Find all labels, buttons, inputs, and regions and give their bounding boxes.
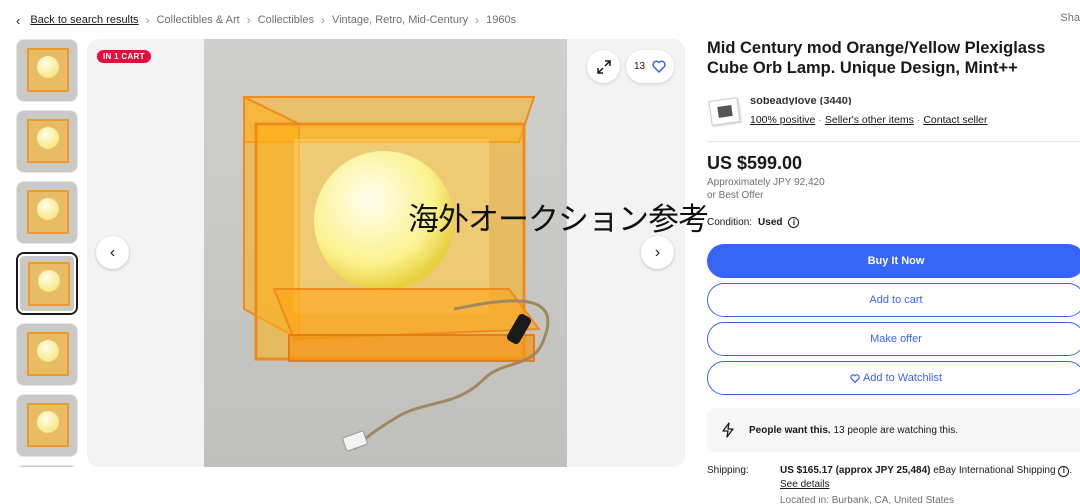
thumbnail[interactable] bbox=[16, 394, 78, 457]
breadcrumb-item-collectibles[interactable]: Collectibles bbox=[258, 14, 314, 26]
lightning-icon bbox=[722, 422, 734, 438]
back-to-search-link[interactable]: Back to search results bbox=[30, 14, 138, 26]
chevron-left-icon[interactable]: ‹ bbox=[16, 13, 20, 28]
shipping-method: eBay International Shipping bbox=[933, 465, 1056, 476]
seller-avatar[interactable] bbox=[708, 97, 741, 126]
in-cart-badge: IN 1 CART bbox=[97, 50, 151, 63]
chevron-left-icon: ‹ bbox=[109, 243, 116, 261]
thumbnail-selected[interactable] bbox=[16, 252, 78, 315]
shipping-value: US $165.17 (approx JPY 25,484) eBay Inte… bbox=[780, 465, 1073, 477]
breadcrumb-separator-icon: › bbox=[246, 13, 251, 27]
breadcrumb-separator-icon: › bbox=[475, 13, 480, 27]
heart-icon bbox=[850, 373, 860, 383]
condition-label: Condition: bbox=[707, 217, 753, 228]
heart-icon bbox=[652, 60, 666, 73]
add-to-cart-button[interactable]: Add to cart bbox=[707, 283, 1080, 317]
seller-name[interactable]: sobeadylove (3440) bbox=[750, 97, 852, 105]
divider bbox=[707, 141, 1080, 142]
main-image-viewer[interactable]: IN 1 CART 13 ‹ › bbox=[87, 39, 685, 467]
watch-count: 13 bbox=[633, 61, 646, 72]
expand-icon bbox=[596, 59, 611, 74]
shipping-label: Shipping: bbox=[707, 465, 749, 476]
expand-button[interactable] bbox=[587, 50, 620, 83]
info-icon[interactable]: i bbox=[788, 217, 800, 228]
thumbnail[interactable] bbox=[16, 323, 78, 386]
seller-links: 100% positive · Seller's other items · Conta… bbox=[750, 114, 988, 126]
thumbnail[interactable] bbox=[16, 181, 78, 244]
shipping-price: US $165.17 (approx JPY 25,484) bbox=[780, 465, 931, 476]
people-want-this: People want this. bbox=[749, 424, 831, 436]
breadcrumb: ‹ Back to search results › Collectibles … bbox=[16, 12, 516, 28]
thumbnail[interactable] bbox=[16, 465, 78, 467]
overlay-watermark-text: 海外オークション参考 bbox=[408, 202, 709, 238]
lamp-photo bbox=[243, 95, 550, 452]
breadcrumb-item-vintage[interactable]: Vintage, Retro, Mid-Century bbox=[332, 14, 468, 26]
breadcrumb-separator-icon: › bbox=[320, 13, 325, 27]
next-image-button[interactable]: › bbox=[641, 236, 674, 269]
buy-it-now-button[interactable]: Buy It Now bbox=[707, 244, 1080, 278]
previous-image-button[interactable]: ‹ bbox=[96, 236, 129, 269]
listing-title: Mid Century mod Orange/Yellow Plexiglass… bbox=[707, 39, 1046, 77]
seller-info: sobeadylove (3440) 100% positive · Seller'… bbox=[707, 96, 1080, 142]
price: US $599.00 bbox=[707, 153, 803, 173]
contact-seller-link[interactable]: Contact seller bbox=[923, 114, 987, 126]
positive-feedback-link[interactable]: 100% positive bbox=[750, 114, 815, 126]
watch-count-button[interactable]: 13 bbox=[626, 50, 674, 83]
breadcrumb-item-1960s[interactable]: 1960s bbox=[486, 14, 516, 26]
item-location: Located in: Burbank, CA, United States bbox=[780, 496, 954, 504]
thumbnail-strip bbox=[16, 39, 80, 467]
best-offer-text: or Best Offer bbox=[707, 190, 764, 201]
make-offer-button[interactable]: Make offer bbox=[707, 322, 1080, 356]
info-icon[interactable]: i bbox=[1058, 465, 1070, 477]
listing-details: Mid Century mod Orange/Yellow Plexiglass… bbox=[707, 38, 1080, 504]
sellers-other-items-link[interactable]: Seller's other items bbox=[825, 114, 914, 126]
add-to-watchlist-label: Add to Watchlist bbox=[862, 372, 943, 384]
condition-value: Used bbox=[758, 217, 783, 228]
see-details-link[interactable]: See details bbox=[780, 479, 829, 490]
breadcrumb-item-collectibles-art[interactable]: Collectibles & Art bbox=[157, 14, 240, 26]
product-photo bbox=[204, 39, 567, 467]
chevron-right-icon: › bbox=[654, 243, 661, 261]
people-watching-notice: People want this. 13 people are watching… bbox=[707, 408, 1080, 452]
people-watching-count: 13 people are watching this. bbox=[833, 424, 958, 436]
breadcrumb-separator-icon: › bbox=[145, 13, 150, 27]
condition-row: Condition: Used i bbox=[707, 217, 800, 228]
thumbnail[interactable] bbox=[16, 110, 78, 173]
approx-price: Approximately JPY 92,420 bbox=[707, 177, 825, 188]
share-link[interactable]: Sha bbox=[1060, 12, 1080, 24]
add-to-watchlist-button[interactable]: Add to Watchlist bbox=[707, 361, 1080, 395]
thumbnail[interactable] bbox=[16, 39, 78, 102]
